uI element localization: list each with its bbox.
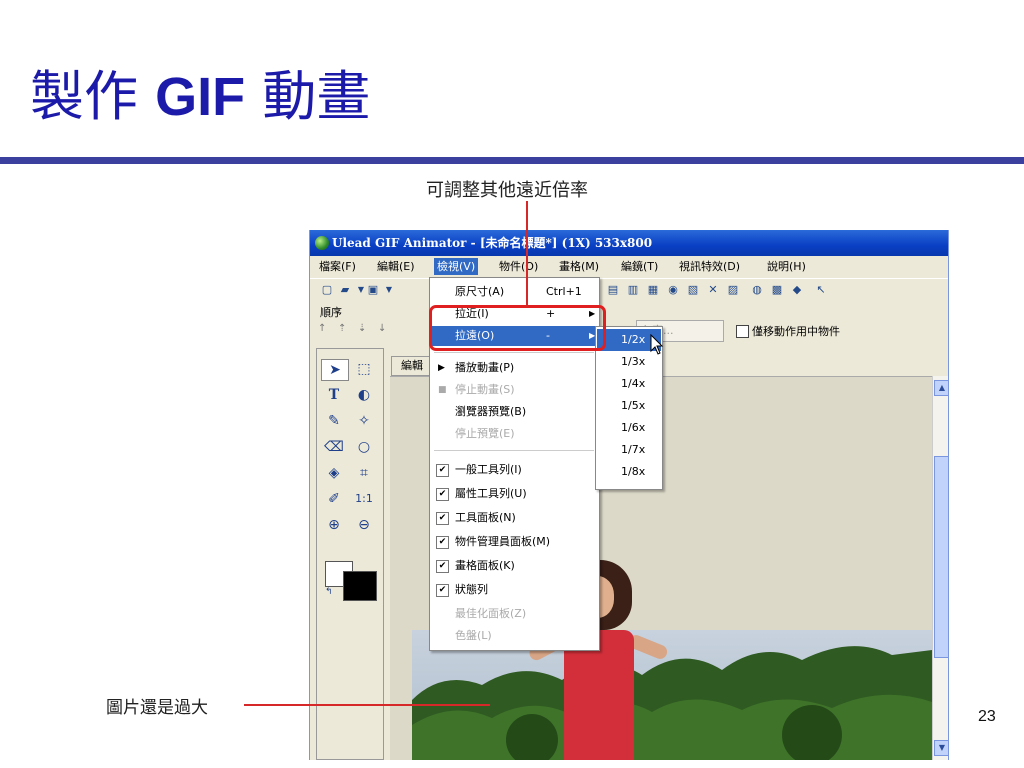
- app-window: Ulead GIF Animator - [未命名標題*] (1X) 533x8…: [309, 230, 949, 760]
- crop-tool-icon[interactable]: ⌗: [351, 463, 377, 483]
- stop-icon: ■: [438, 385, 447, 395]
- callout-line-horizontal: [244, 704, 490, 706]
- preview-icon[interactable]: ◉: [666, 283, 680, 297]
- menu-item-status-bar[interactable]: ✔ 狀態列: [431, 580, 598, 600]
- window-titlebar[interactable]: Ulead GIF Animator - [未命名標題*] (1X) 533x8…: [310, 230, 948, 256]
- zoom-tool-icon[interactable]: ○: [351, 437, 377, 457]
- menu-file[interactable]: 檔案(F): [316, 258, 359, 275]
- magic-wand-tool-icon[interactable]: ✧: [351, 411, 377, 431]
- dropdown-arrow-icon[interactable]: ▼: [382, 283, 396, 297]
- mouse-cursor-icon: [650, 334, 664, 355]
- menu-filter[interactable]: 編鏡(T): [618, 258, 661, 275]
- copy-icon[interactable]: ▤: [606, 283, 620, 297]
- app-logo-icon: [315, 236, 329, 250]
- play-icon: ▶: [438, 363, 445, 373]
- frame-icon[interactable]: ▦: [646, 283, 660, 297]
- eyedropper-tool-icon[interactable]: ✐: [321, 489, 347, 509]
- brush-tool-icon[interactable]: ✎: [321, 411, 347, 431]
- checkmark-icon: ✔: [436, 584, 449, 597]
- marquee-tool-icon[interactable]: ⬚: [351, 359, 377, 379]
- paste-icon[interactable]: ▥: [626, 283, 640, 297]
- standard-toolbar: ▢ ▰ ▼ ▣ ▼ ▤ ▥ ▦ ◉ ▧ ✕ ▨ ◍ ▩ ◆ ↖: [310, 278, 948, 305]
- menu-help[interactable]: 說明(H): [764, 258, 809, 275]
- submenu-item-1-4x[interactable]: 1/4x: [597, 373, 661, 395]
- scroll-thumb[interactable]: [934, 456, 948, 658]
- menu-item-browser-preview[interactable]: 瀏覽器預覽(B): [431, 402, 598, 422]
- menu-view[interactable]: 檢視(V): [434, 258, 479, 275]
- menu-edit[interactable]: 編輯(E): [374, 258, 418, 275]
- slide-title: 製作 GIF 動畫: [30, 65, 371, 128]
- submenu-item-1-6x[interactable]: 1/6x: [597, 417, 661, 439]
- move-active-object-label: 僅移動作用中物件: [752, 325, 840, 338]
- menu-item-actual-size[interactable]: 原尺寸(A) Ctrl+1: [431, 282, 598, 302]
- submenu-item-1-7x[interactable]: 1/7x: [597, 439, 661, 461]
- print-icon[interactable]: ▨: [726, 283, 740, 297]
- save-icon[interactable]: ▣: [366, 283, 380, 297]
- menu-item-color-palette: 色盤(L): [455, 629, 492, 642]
- checkmark-icon: ✔: [436, 536, 449, 549]
- title-divider: [0, 157, 1024, 164]
- open-folder-icon[interactable]: ▰: [338, 283, 352, 297]
- order-down-icon[interactable]: ⇣: [358, 323, 366, 334]
- order-first-icon[interactable]: ↑: [318, 323, 326, 334]
- zoom-out-tool-icon[interactable]: ⊖: [351, 515, 377, 535]
- tab-edit[interactable]: 編輯: [391, 356, 433, 376]
- checkmark-icon: ✔: [436, 512, 449, 525]
- export-icon[interactable]: ◆: [790, 283, 804, 297]
- menu-item-play-animation[interactable]: ▶ 播放動畫(P): [431, 358, 598, 378]
- menu-item-attribute-toolbar[interactable]: ✔ 屬性工具列(U): [431, 484, 598, 504]
- order-last-icon[interactable]: ↓: [378, 323, 386, 334]
- vertical-scrollbar[interactable]: ▲ ▼: [932, 376, 948, 760]
- menu-item-standard-toolbar[interactable]: ✔ 一般工具列(I): [431, 460, 598, 480]
- page-number: 23: [978, 708, 996, 725]
- submenu-item-1-5x[interactable]: 1/5x: [597, 395, 661, 417]
- move-active-object-checkbox[interactable]: [736, 325, 749, 338]
- menu-video-effects[interactable]: 視訊特效(D): [676, 258, 743, 275]
- text-tool-icon[interactable]: T: [321, 385, 347, 405]
- menu-separator: [434, 450, 594, 451]
- scroll-up-icon[interactable]: ▲: [934, 380, 948, 396]
- new-file-icon[interactable]: ▢: [320, 283, 334, 297]
- browser-icon[interactable]: ◍: [750, 283, 764, 297]
- swap-colors-icon[interactable]: ↰: [325, 587, 333, 597]
- callout-zoom-ratio: 可調整其他遠近倍率: [426, 180, 588, 201]
- menu-frame[interactable]: 畫格(M): [556, 258, 602, 275]
- help-pointer-icon[interactable]: ↖: [814, 283, 828, 297]
- menu-item-object-manager-panel[interactable]: ✔ 物件管理員面板(M): [431, 532, 598, 552]
- tools-icon[interactable]: ✕: [706, 283, 720, 297]
- callout-line-vertical: [526, 201, 528, 307]
- tools-panel: ➤ ⬚ T ◐ ✎ ✧ ⌫ ○ ◈ ⌗ ✐ 1:1 ⊕ ⊖ ↰: [316, 348, 384, 760]
- menu-separator: [434, 352, 594, 353]
- checkmark-icon: ✔: [436, 560, 449, 573]
- background-color-swatch[interactable]: [343, 571, 377, 601]
- order-up-icon[interactable]: ⇡: [338, 323, 346, 334]
- menu-item-optimize-panel: 最佳化面板(Z): [455, 607, 527, 620]
- menu-item-stop-preview: 停止預覽(E): [455, 427, 515, 440]
- zoom-highlight-box: [429, 305, 606, 351]
- fill-tool-icon[interactable]: ◈: [321, 463, 347, 483]
- window-title: Ulead GIF Animator - [未命名標題*] (1X) 533x8…: [332, 236, 653, 250]
- menu-item-frame-panel[interactable]: ✔ 畫格面板(K): [431, 556, 598, 576]
- callout-image-too-large: 圖片還是過大: [106, 698, 208, 718]
- menu-item-tools-panel[interactable]: ✔ 工具面板(N): [431, 508, 598, 528]
- eraser-tool-icon[interactable]: ⌫: [321, 437, 347, 457]
- panel-icon[interactable]: ▧: [686, 283, 700, 297]
- menubar: 檔案(F) 編輯(E) 檢視(V) 物件(O) 畫格(M) 編鏡(T) 視訊特效…: [310, 256, 948, 276]
- menu-object[interactable]: 物件(O): [496, 258, 541, 275]
- optimize-icon[interactable]: ▩: [770, 283, 784, 297]
- pick-tool-icon[interactable]: ➤: [321, 359, 349, 381]
- submenu-item-1-8x[interactable]: 1/8x: [597, 461, 661, 483]
- actual-size-tool-icon[interactable]: 1:1: [351, 489, 377, 509]
- checkmark-icon: ✔: [436, 488, 449, 501]
- zoom-in-tool-icon[interactable]: ⊕: [321, 515, 347, 535]
- checkmark-icon: ✔: [436, 464, 449, 477]
- menu-item-stop-animation: ■ 停止動畫(S): [431, 380, 598, 400]
- scroll-down-icon[interactable]: ▼: [934, 740, 948, 756]
- lasso-tool-icon[interactable]: ◐: [351, 385, 377, 405]
